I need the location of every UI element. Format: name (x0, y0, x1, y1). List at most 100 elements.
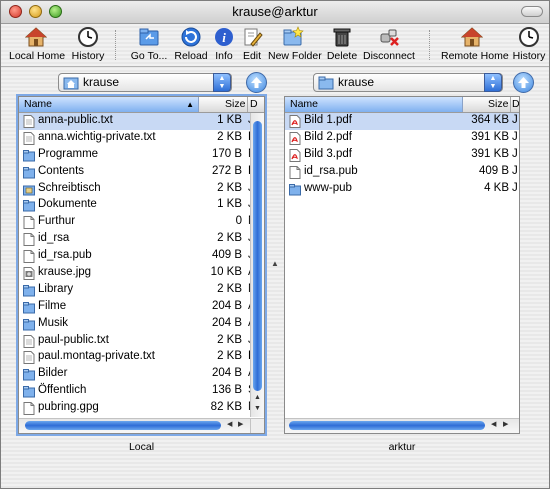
file-row[interactable]: Contents272 BD (19, 164, 250, 181)
file-row[interactable]: Musik204 BA (19, 316, 250, 333)
file-row[interactable]: anna-public.txt1 KBJ (19, 113, 250, 130)
file-row[interactable]: pubring.gpg82 KBM (19, 400, 250, 417)
file-row[interactable]: Bild 1.pdf 364 KB J (285, 113, 519, 130)
window-title: krause@arktur (232, 4, 318, 19)
date-column-header[interactable]: D (250, 98, 258, 110)
reload-button[interactable]: Reload (174, 26, 208, 64)
local-vertical-scrollbar[interactable]: ▲ ▼ (250, 113, 264, 417)
scroll-left-arrow[interactable]: ◀ (227, 420, 232, 428)
scroll-right-arrow[interactable]: ▶ (238, 420, 243, 428)
file-row[interactable]: Programme170 BN (19, 147, 250, 164)
local-rows: anna-public.txt1 KBJanna.wichtig-private… (19, 113, 250, 417)
document-icon (23, 216, 35, 230)
file-row[interactable]: Öffentlich136 BS (19, 383, 250, 400)
file-row[interactable]: Bild 2.pdf 391 KB J (285, 130, 519, 147)
local-horizontal-scrollbar[interactable]: ◀ ▶ (19, 418, 264, 433)
file-row[interactable]: Library2 KBM (19, 282, 250, 299)
file-size: 136 B (211, 384, 242, 397)
local-file-list[interactable]: Name ▲ Size D anna-public.txt1 KBJanna.w… (18, 96, 265, 434)
file-size: 1 KB (217, 198, 242, 211)
file-size: 204 B (211, 316, 242, 329)
scroll-corner (250, 418, 264, 433)
file-name: pubring.gpg (38, 401, 99, 414)
file-size: 2 KB (217, 350, 242, 363)
document-icon (23, 233, 35, 247)
file-row[interactable]: www-pub 4 KB J (285, 181, 519, 198)
scroll-down-arrow[interactable]: ▼ (251, 405, 264, 416)
remote-horizontal-scroll-thumb[interactable] (289, 421, 485, 430)
document-icon (23, 250, 35, 264)
svg-text:i: i (222, 30, 226, 45)
info-button[interactable]: i Info (212, 26, 236, 64)
column-divider (247, 97, 248, 112)
file-row[interactable]: id_rsa.pub409 BJ (285, 164, 519, 181)
scroll-left-arrow[interactable]: ◀ (491, 420, 496, 428)
edit-button[interactable]: Edit (240, 26, 264, 64)
file-row[interactable]: Dokumente1 KBJ (19, 197, 250, 214)
file-row[interactable]: Bild 3.pdf 391 KB J (285, 147, 519, 164)
minimize-window-button[interactable] (29, 5, 42, 18)
file-row[interactable]: krause.jpg10 KBA (19, 265, 250, 282)
file-size: 4 KB (484, 181, 509, 194)
file-name: Bild 1.pdf (304, 114, 352, 126)
file-row[interactable]: paul.montag-private.txt2 KBF (19, 349, 250, 366)
file-date: J (512, 130, 518, 143)
file-name: paul.montag-private.txt (38, 350, 155, 363)
close-window-button[interactable] (9, 5, 22, 18)
zoom-window-button[interactable] (49, 5, 62, 18)
history-button-remote[interactable]: History (510, 26, 548, 64)
folder-icon (23, 284, 35, 297)
file-row[interactable]: Furthur0N (19, 214, 250, 231)
pdf-file-icon (289, 131, 301, 145)
scroll-up-arrow[interactable]: ▲ (251, 394, 264, 405)
delete-button[interactable]: Delete (326, 26, 358, 64)
toolbar-toggle-button[interactable] (521, 6, 543, 17)
goto-button[interactable]: Go To... (129, 26, 169, 64)
date-column-header[interactable]: D (512, 98, 519, 110)
popup-arrows-icon: ▲ ▼ (484, 73, 502, 92)
local-horizontal-scroll-thumb[interactable] (25, 421, 221, 430)
popup-arrows-icon: ▲ ▼ (213, 73, 231, 92)
name-column-header[interactable]: Name (285, 97, 463, 112)
local-parent-folder-button[interactable] (246, 72, 267, 93)
file-size: 170 B (211, 147, 242, 160)
file-name: Library (38, 282, 74, 295)
size-column-header[interactable]: Size (488, 98, 508, 110)
title-bar[interactable]: krause@arktur (1, 1, 549, 24)
new-folder-button[interactable]: New Folder (268, 26, 322, 64)
disconnect-icon (380, 29, 399, 46)
file-row[interactable]: anna.wichtig-private.txt2 KBF (19, 130, 250, 147)
file-size: 2 KB (217, 232, 242, 245)
file-size: 1 KB (217, 114, 242, 126)
local-home-button[interactable]: Local Home (9, 26, 65, 64)
remote-parent-folder-button[interactable] (513, 72, 534, 93)
scroll-right-arrow[interactable]: ▶ (503, 420, 508, 428)
file-size: 409 B (211, 249, 242, 262)
history-button[interactable]: History (69, 26, 107, 64)
home-icon (461, 27, 483, 47)
remote-path-popup[interactable]: krause ▲ ▼ (313, 73, 503, 92)
up-arrow-icon (518, 77, 529, 88)
toolbar-separator (429, 30, 430, 60)
file-row[interactable]: Filme204 BA (19, 299, 250, 316)
remote-file-list[interactable]: Name Size D Bild 1.pdf 364 KB J Bild 2.pdf 3… (284, 96, 520, 434)
file-name: Bild 2.pdf (304, 130, 352, 143)
file-name: Schreibtisch (38, 181, 101, 194)
file-name: Bild 3.pdf (304, 147, 352, 160)
remote-home-button[interactable]: Remote Home (441, 26, 509, 64)
file-row[interactable]: Bilder204 BA (19, 366, 250, 383)
name-column-header[interactable]: Name ▲ (19, 97, 199, 112)
folder-goto-icon (139, 28, 159, 46)
disconnect-button[interactable]: Disconnect (363, 26, 415, 64)
file-row[interactable]: paul-public.txt2 KBJ (19, 333, 250, 350)
file-row[interactable]: id_rsa2 KBJ (19, 231, 250, 248)
local-vertical-scroll-thumb[interactable] (253, 121, 262, 391)
remote-horizontal-scrollbar[interactable]: ◀ ▶ (285, 418, 519, 433)
size-column-header[interactable]: Size (225, 98, 245, 110)
pane-splitter-handle[interactable]: ▲ (271, 259, 279, 268)
pdf-file-icon (289, 148, 301, 162)
file-row[interactable]: id_rsa.pub409 BJ (19, 248, 250, 265)
local-path-popup[interactable]: krause ▲ ▼ (58, 73, 232, 92)
file-row[interactable]: Schreibtisch2 KBJ (19, 181, 250, 198)
file-name: Dokumente (38, 198, 97, 211)
